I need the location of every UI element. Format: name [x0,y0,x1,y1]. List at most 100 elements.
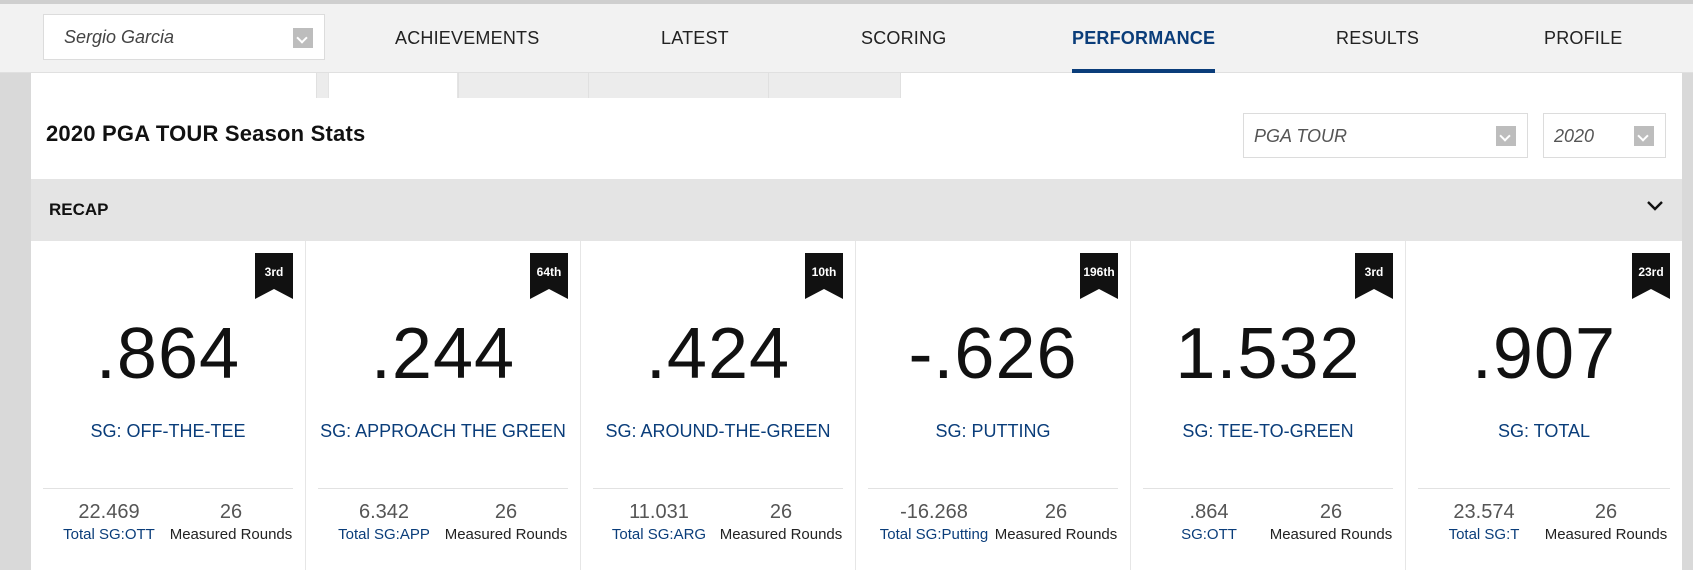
stat-value: .424 [645,314,791,394]
divider [318,488,568,489]
tab-performance[interactable]: PERFORMANCE [1072,4,1216,73]
stat-value: .907 [1471,314,1617,394]
sub-tab-2[interactable] [328,73,458,98]
sub-stat-rounds: 26 Measured Rounds [991,501,1121,543]
sub-stat-total-value: 22.469 [78,501,140,523]
stats-card: 2020 PGA TOUR Season Stats PGA TOUR 2020… [31,73,1682,570]
sub-stat-total-label[interactable]: Total SG:T [1424,526,1544,543]
sub-stat-total-label[interactable]: Total SG:ARG [599,526,719,543]
sub-stat-total: 23.574 Total SG:T [1424,501,1544,543]
sub-stat-rounds-label: Measured Rounds [444,526,568,543]
rank-badge-text: 64th [536,265,562,279]
divider [1418,488,1670,489]
tab-achievements[interactable]: ACHIEVEMENTS [395,4,539,73]
stat-off-the-tee: 3rd .864 SG: OFF-THE-TEE 22.469 Total SG… [31,241,306,570]
stat-total: 23rd .907 SG: TOTAL 23.574 Total SG:T 26… [1406,241,1682,570]
rank-badge-text: 3rd [264,265,284,279]
chevron-down-icon[interactable] [1634,126,1654,146]
stat-tee-to-green: 3rd 1.532 SG: TEE-TO-GREEN .864 SG:OTT 2… [1131,241,1406,570]
sub-stat-rounds-value: 26 [1044,501,1068,523]
rank-badge-text: 196th [1083,265,1115,279]
divider [593,488,843,489]
chevron-down-icon[interactable] [1646,197,1664,215]
recap-label: RECAP [49,200,109,219]
sub-stat-total-value: -16.268 [900,501,968,523]
stat-label[interactable]: SG: PUTTING [856,421,1130,442]
sub-stat-rounds-value: 26 [1319,501,1343,523]
tour-select-value: PGA TOUR [1254,126,1348,146]
sub-stat-total: .864 SG:OTT [1149,501,1269,543]
rank-badge: 3rd [1355,253,1393,299]
top-nav: Sergio Garcia ACHIEVEMENTS LATEST SCORIN… [0,0,1693,73]
sub-stat-total-label[interactable]: Total SG:OTT [49,526,169,543]
divider [868,488,1118,489]
tab-latest[interactable]: LATEST [661,4,729,73]
rank-badge-text: 3rd [1364,265,1384,279]
rank-badge: 196th [1080,253,1118,299]
sub-stat-total-value: .864 [1189,501,1229,523]
chevron-down-icon[interactable] [293,28,313,48]
sub-stat-rounds: 26 Measured Rounds [166,501,296,543]
sub-tabs [316,73,901,98]
sub-stat-total: -16.268 Total SG:Putting [874,501,994,543]
sub-tab-5[interactable] [768,73,901,98]
divider [43,488,293,489]
sub-stat-rounds-value: 26 [769,501,793,523]
tab-profile[interactable]: PROFILE [1544,4,1622,73]
tab-results[interactable]: RESULTS [1336,4,1419,73]
stat-value: .244 [370,314,516,394]
sub-stat-rounds-value: 26 [494,501,518,523]
tour-select[interactable]: PGA TOUR [1243,113,1528,158]
rank-badge: 10th [805,253,843,299]
sub-stat-total: 6.342 Total SG:APP [324,501,444,543]
sub-tab-1[interactable] [316,73,328,98]
chevron-down-icon[interactable] [1496,126,1516,146]
sub-stat-total-value: 11.031 [629,501,689,523]
sub-stat-rounds-label: Measured Rounds [169,526,293,543]
sub-tab-4[interactable] [588,73,768,98]
stat-label[interactable]: SG: TOTAL [1406,421,1682,442]
stat-label[interactable]: SG: OFF-THE-TEE [31,421,305,442]
stat-approach-the-green: 64th .244 SG: APPROACH THE GREEN 6.342 T… [306,241,581,570]
stat-label[interactable]: SG: TEE-TO-GREEN [1131,421,1405,442]
stat-value: 1.532 [1175,314,1361,394]
sub-tab-3[interactable] [458,73,588,98]
sub-stat-rounds-label: Measured Rounds [1269,526,1393,543]
stats-grid: 3rd .864 SG: OFF-THE-TEE 22.469 Total SG… [31,241,1682,570]
sub-stat-rounds-label: Measured Rounds [1544,526,1668,543]
player-select[interactable]: Sergio Garcia [43,14,325,60]
sub-stat-rounds-value: 26 [219,501,243,523]
sub-stat-total-label[interactable]: Total SG:APP [324,526,444,543]
rank-badge: 23rd [1632,253,1670,299]
sub-stat-rounds: 26 Measured Rounds [441,501,571,543]
rank-badge-text: 23rd [1638,265,1664,279]
sub-stat-rounds-label: Measured Rounds [719,526,843,543]
sub-stat-total-value: 23.574 [1453,501,1515,523]
season-title: 2020 PGA TOUR Season Stats [46,121,366,146]
player-select-value: Sergio Garcia [64,27,175,47]
sub-stat-total-label[interactable]: Total SG:Putting [874,526,994,543]
stat-value: .864 [95,314,241,394]
year-select[interactable]: 2020 [1543,113,1666,158]
year-select-value: 2020 [1554,126,1595,146]
sub-stat-total-label[interactable]: SG:OTT [1149,526,1269,543]
sub-stat-total: 11.031 Total SG:ARG [599,501,719,543]
sub-stat-total: 22.469 Total SG:OTT [49,501,169,543]
stat-putting: 196th -.626 SG: PUTTING -16.268 Total SG… [856,241,1131,570]
sub-stat-rounds-value: 26 [1594,501,1618,523]
stat-around-the-green: 10th .424 SG: AROUND-THE-GREEN 11.031 To… [581,241,856,570]
stat-label[interactable]: SG: AROUND-THE-GREEN [581,421,855,442]
rank-badge: 3rd [255,253,293,299]
rank-badge: 64th [530,253,568,299]
stat-value: -.626 [908,314,1078,394]
sub-stat-rounds: 26 Measured Rounds [716,501,846,543]
sub-stat-rounds-label: Measured Rounds [994,526,1118,543]
tab-scoring[interactable]: SCORING [861,4,946,73]
divider [1143,488,1393,489]
stat-label[interactable]: SG: APPROACH THE GREEN [306,421,580,442]
sub-stat-total-value: 6.342 [358,501,410,523]
recap-header[interactable]: RECAP [31,179,1682,241]
sub-stat-rounds: 26 Measured Rounds [1541,501,1671,543]
sub-stat-rounds: 26 Measured Rounds [1266,501,1396,543]
rank-badge-text: 10th [811,265,837,279]
